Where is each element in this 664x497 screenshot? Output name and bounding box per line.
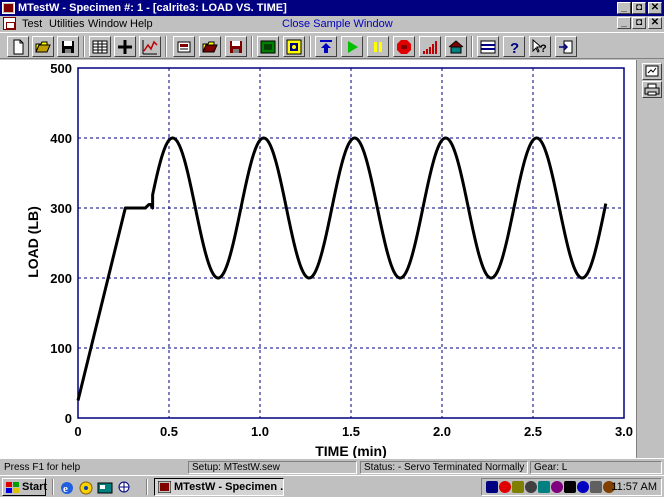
child-window-icon[interactable]: [3, 17, 16, 30]
open-folder-icon[interactable]: [32, 36, 54, 57]
toolbar: ? ?: [0, 32, 664, 59]
help-icon[interactable]: ?: [503, 36, 525, 57]
ramp-icon[interactable]: [419, 36, 441, 57]
x-tick-label: 1.5: [342, 424, 360, 439]
context-help-icon[interactable]: ?: [529, 36, 551, 57]
new-file-icon[interactable]: [7, 36, 29, 57]
crosshair-icon[interactable]: [114, 36, 136, 57]
y-tick-label: 200: [50, 271, 72, 286]
system-tray: 11:57 AM: [481, 478, 662, 496]
pen-icon[interactable]: [551, 481, 563, 493]
minimize-button[interactable]: _: [617, 2, 631, 14]
x-tick-label: 3.0: [615, 424, 633, 439]
toolbar-separator: [309, 36, 311, 57]
window-title: MTestW - Specimen #: 1 - [calrite3: LOAD…: [18, 2, 287, 14]
taskbar: Start e MTestW - Specimen ... 11:57 AM: [0, 475, 664, 497]
graph-options-icon[interactable]: [642, 63, 662, 80]
return-icon[interactable]: [315, 36, 337, 57]
graph-icon[interactable]: [139, 36, 161, 57]
close-button[interactable]: ✕: [648, 2, 662, 14]
close-sample-window-link[interactable]: Close Sample Window: [282, 17, 393, 31]
exit-icon[interactable]: [555, 36, 577, 57]
save-disk-icon[interactable]: [57, 36, 79, 57]
ie-icon[interactable]: e: [59, 480, 75, 495]
red-icon[interactable]: [499, 481, 511, 493]
title-bar[interactable]: MTestW - Specimen #: 1 - [calrite3: LOAD…: [0, 0, 664, 16]
task-label: MTestW - Specimen ...: [174, 481, 284, 493]
scheduler-icon[interactable]: [538, 481, 550, 493]
load-series-line: [76, 136, 608, 401]
svg-text:?: ?: [540, 43, 547, 55]
table-view-icon[interactable]: [89, 36, 111, 57]
print-icon[interactable]: [642, 81, 662, 98]
lock-icon[interactable]: [590, 481, 602, 493]
y-tick-label: 100: [50, 341, 72, 356]
x-axis-label: TIME (min): [315, 443, 387, 458]
toolbar-separator: [251, 36, 253, 57]
volume-icon[interactable]: [525, 481, 537, 493]
clock[interactable]: 11:57 AM: [611, 481, 657, 493]
x-tick-label: 2.5: [524, 424, 542, 439]
mdi-minimize-button[interactable]: _: [617, 17, 631, 29]
menu-help[interactable]: Help: [130, 17, 153, 31]
y-tick-label: 300: [50, 201, 72, 216]
menu-utilities[interactable]: Utilities: [49, 17, 84, 31]
plot-window: 0 0.5 1.0 1.5 2.0 2.5 3.0 0 100 200 300 400 500 TIME…: [0, 60, 636, 459]
menu-bar: Test Utilities Window Help Close Sample …: [0, 16, 664, 32]
grid-icon[interactable]: [477, 36, 499, 57]
menu-test[interactable]: Test: [22, 17, 42, 31]
restore-button[interactable]: ◘: [632, 2, 646, 14]
status-state: Status: - Servo Terminated Normally: [360, 461, 528, 474]
clock-icon[interactable]: [564, 481, 576, 493]
desktop-icon[interactable]: [97, 480, 113, 495]
menu-window[interactable]: Window: [88, 17, 127, 31]
speaker-icon[interactable]: [512, 481, 524, 493]
status-bar: Press F1 for help Setup: MTestW.sew Stat…: [0, 458, 664, 475]
start-button[interactable]: Start: [2, 478, 48, 496]
y-tick-label: 400: [50, 131, 72, 146]
y-axis-label: LOAD (LB): [25, 206, 41, 278]
green-board-icon[interactable]: [257, 36, 279, 57]
mdi-restore-button[interactable]: ◘: [632, 17, 646, 29]
taskbar-task-mtestw[interactable]: MTestW - Specimen ...: [154, 478, 284, 496]
x-tick-label: 2.0: [433, 424, 451, 439]
pause-icon[interactable]: [367, 36, 389, 57]
status-setup: Setup: MTestW.sew: [188, 461, 357, 474]
x-tick-label: 1.0: [251, 424, 269, 439]
yellow-counter-icon[interactable]: [283, 36, 305, 57]
side-panel: [636, 60, 664, 458]
x-tick-label: 0.5: [160, 424, 178, 439]
toolbar-separator: [165, 36, 167, 57]
open-setup-icon[interactable]: [199, 36, 221, 57]
app-icon[interactable]: [2, 2, 15, 14]
play-icon[interactable]: [341, 36, 363, 57]
taskbar-separator: [52, 479, 54, 495]
mdi-close-button[interactable]: ✕: [648, 17, 662, 29]
taskbar-separator: [146, 479, 148, 495]
y-tick-label: 0: [65, 411, 72, 426]
y-tick-label: 500: [50, 61, 72, 76]
setup-icon[interactable]: [173, 36, 195, 57]
outlook-icon[interactable]: [78, 480, 94, 495]
sync-icon[interactable]: [577, 481, 589, 493]
toolbar-separator: [471, 36, 473, 57]
start-label: Start: [22, 481, 48, 493]
svg-text:e: e: [63, 483, 68, 495]
status-gear: Gear: L: [530, 461, 662, 474]
network-icon[interactable]: [486, 481, 498, 493]
load-vs-time-chart[interactable]: 0 0.5 1.0 1.5 2.0 2.5 3.0 0 100 200 300 400 500 TIME…: [0, 60, 636, 459]
mtestw-app-icon: [158, 481, 171, 493]
x-tick-label: 0: [74, 424, 81, 439]
status-help-text: Press F1 for help: [4, 462, 81, 473]
channels-icon[interactable]: [116, 480, 132, 495]
home-icon[interactable]: [445, 36, 467, 57]
save-setup-icon[interactable]: [225, 36, 247, 57]
svg-text:?: ?: [510, 40, 519, 55]
windows-logo-icon: [6, 482, 19, 493]
stop-icon[interactable]: [393, 36, 415, 57]
toolbar-separator: [83, 36, 85, 57]
